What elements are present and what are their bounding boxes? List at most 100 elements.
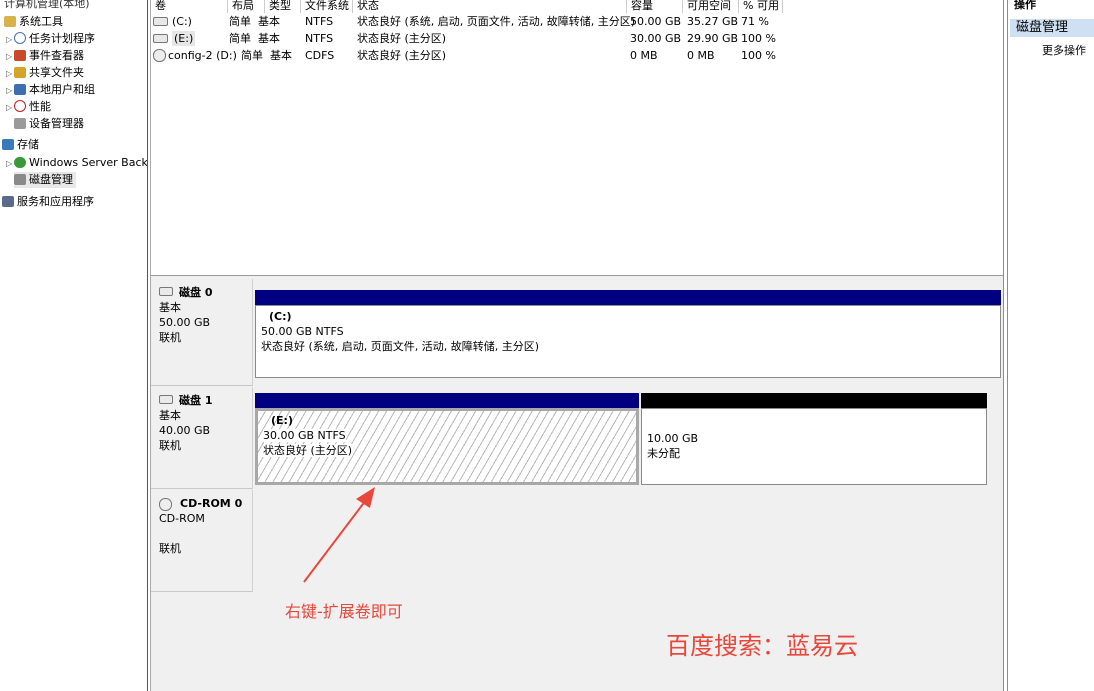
more-actions-link[interactable]: 更多操作 xyxy=(1042,42,1086,58)
disk-state: 联机 xyxy=(159,439,181,452)
tree-item-event-viewer[interactable]: ▷ 事件查看器 xyxy=(6,48,84,64)
disk-name: CD-ROM 0 xyxy=(180,497,243,510)
unallocated-status: 未分配 xyxy=(647,447,680,460)
drive-icon xyxy=(153,34,168,43)
users-icon xyxy=(14,84,26,95)
cell-filesystem: NTFS xyxy=(305,32,334,45)
cell-capacity: 50.00 GB xyxy=(630,15,682,28)
services-icon xyxy=(2,196,14,207)
unallocated-body: 10.00 GB 未分配 xyxy=(641,408,987,485)
disk-type: 基本 xyxy=(159,301,181,314)
column-header-type[interactable]: 类型 xyxy=(265,0,301,13)
unallocated-space[interactable]: 10.00 GB 未分配 xyxy=(641,393,987,485)
arrow-head xyxy=(356,487,375,508)
partition-name: (C:) xyxy=(269,310,292,323)
expand-triangle-icon[interactable]: ▷ xyxy=(6,32,14,48)
unallocated-size: 10.00 GB xyxy=(647,432,699,445)
column-header-volume[interactable]: 卷 xyxy=(151,0,228,13)
tree-item-system-tools[interactable]: 系统工具 xyxy=(4,14,63,30)
disk-size: 50.00 GB xyxy=(159,316,211,329)
tree-item-windows-server-backup[interactable]: ▷ Windows Server Back xyxy=(6,155,148,171)
column-header-free-space[interactable]: 可用空间 xyxy=(683,0,739,13)
tree-item-local-users[interactable]: ▷ 本地用户和组 xyxy=(6,82,95,98)
disk-name: 磁盘 1 xyxy=(179,394,213,407)
cell-free-space: 29.90 GB xyxy=(687,32,739,45)
annotation-text: 右键-扩展卷即可 xyxy=(285,602,403,621)
partition-status: 状态良好 (主分区) xyxy=(263,444,353,457)
actions-header: 操作 xyxy=(1014,0,1036,11)
expand-triangle-icon[interactable]: ▷ xyxy=(6,66,14,82)
expand-triangle-icon[interactable]: ▷ xyxy=(6,156,14,172)
partition-status: 状态良好 (系统, 启动, 页面文件, 活动, 故障转储, 主分区) xyxy=(261,340,540,353)
table-row[interactable]: (E:) 简单 基本 NTFS 状态良好 (主分区) 30.00 GB 29.9… xyxy=(151,31,783,46)
annotation-arrow xyxy=(303,487,375,583)
partition-body-selected: (E:) 30.00 GB NTFS 状态良好 (主分区) xyxy=(255,408,639,485)
tree-item-services-apps[interactable]: 服务和应用程序 xyxy=(2,194,94,210)
shared-folder-icon xyxy=(14,67,26,78)
disk-management-icon xyxy=(14,174,26,185)
disk-type: 基本 xyxy=(159,409,181,422)
disk-name: 磁盘 0 xyxy=(179,286,213,299)
clock-icon xyxy=(14,32,26,44)
tree-item-disk-management[interactable]: 磁盘管理 xyxy=(14,172,76,188)
backup-icon xyxy=(14,157,26,168)
tree-item-device-manager[interactable]: 设备管理器 xyxy=(14,116,84,132)
cell-type: 基本 xyxy=(258,32,280,45)
table-row[interactable]: config-2 (D:) 简单 基本 CDFS 状态良好 (主分区) 0 MB… xyxy=(151,48,783,63)
volume-list: 卷 布局 类型 文件系统 状态 容量 可用空间 % 可用 (C:) 简单 基本 … xyxy=(151,0,1003,278)
tree-item-task-scheduler[interactable]: ▷ 任务计划程序 xyxy=(6,31,95,47)
cell-percent-free: 100 % xyxy=(741,32,776,45)
cell-volume: (C:) xyxy=(172,15,192,28)
cdrom-icon xyxy=(159,498,172,511)
cell-filesystem: NTFS xyxy=(305,15,334,28)
disk-state: 联机 xyxy=(159,542,181,555)
cell-capacity: 0 MB xyxy=(630,49,658,62)
disk-type: CD-ROM xyxy=(159,512,205,525)
cell-status: 状态良好 (主分区) xyxy=(357,49,447,62)
cell-layout: 简单 xyxy=(229,15,251,28)
partition-c[interactable]: (C:) 50.00 GB NTFS 状态良好 (系统, 启动, 页面文件, 活… xyxy=(255,290,1001,378)
column-header-status[interactable]: 状态 xyxy=(353,0,627,13)
actions-section-disk-management[interactable]: 磁盘管理 xyxy=(1010,19,1094,37)
drive-icon xyxy=(153,17,168,26)
table-row[interactable]: (C:) 简单 基本 NTFS 状态良好 (系统, 启动, 页面文件, 活动, … xyxy=(151,14,783,29)
cdrom-0-label[interactable]: CD-ROM 0 CD-ROM 联机 xyxy=(151,490,253,592)
partition-body: (C:) 50.00 GB NTFS 状态良好 (系统, 启动, 页面文件, 活… xyxy=(255,305,1001,378)
disk-size: 40.00 GB xyxy=(159,424,211,437)
expand-triangle-icon[interactable]: ▷ xyxy=(6,100,14,116)
cell-free-space: 0 MB xyxy=(687,49,715,62)
cell-percent-free: 100 % xyxy=(741,49,776,62)
partition-bar xyxy=(255,290,1001,305)
watermark-text: 百度搜索：蓝易云 xyxy=(666,632,858,660)
expand-triangle-icon[interactable]: ▷ xyxy=(6,83,14,99)
cell-layout: 简单 xyxy=(229,32,251,45)
tree-item-storage[interactable]: 存储 xyxy=(2,137,39,153)
tools-icon xyxy=(4,16,16,27)
cell-type: 基本 xyxy=(258,15,280,28)
cell-volume: config-2 (D:) xyxy=(168,49,237,62)
navigation-tree: 计算机管理(本地) 系统工具 ▷ 任务计划程序 ▷ 事件查看器 ▷ 共享文件夹 ▷ 本地… xyxy=(0,0,148,691)
tree-root-computer-management[interactable]: 计算机管理(本地) xyxy=(4,0,90,12)
cell-type: 基本 xyxy=(270,49,292,62)
partition-bar xyxy=(255,393,639,408)
column-header-capacity[interactable]: 容量 xyxy=(627,0,683,13)
cell-percent-free: 71 % xyxy=(741,15,769,28)
partition-e[interactable]: (E:) 30.00 GB NTFS 状态良好 (主分区) xyxy=(255,393,639,485)
expand-triangle-icon[interactable]: ▷ xyxy=(6,49,14,65)
disk-graphical-view: 磁盘 0 基本 50.00 GB 联机 (C:) 50.00 GB NTFS 状… xyxy=(151,279,1003,691)
actions-pane: 操作 磁盘管理 更多操作 xyxy=(1008,0,1094,691)
column-header-filesystem[interactable]: 文件系统 xyxy=(301,0,353,13)
cell-status: 状态良好 (系统, 启动, 页面文件, 活动, 故障转储, 主分区) xyxy=(357,15,636,28)
unallocated-bar xyxy=(641,393,987,408)
disk-1-label[interactable]: 磁盘 1 基本 40.00 GB 联机 xyxy=(151,387,253,489)
tree-item-shared-folders[interactable]: ▷ 共享文件夹 xyxy=(6,65,84,81)
column-header-percent-free[interactable]: % 可用 xyxy=(739,0,783,13)
cell-volume: (E:) xyxy=(172,31,196,46)
disk-0-label[interactable]: 磁盘 0 基本 50.00 GB 联机 xyxy=(151,279,253,386)
disk-icon xyxy=(159,395,173,404)
column-header-layout[interactable]: 布局 xyxy=(228,0,265,13)
disk-icon xyxy=(159,287,173,296)
performance-icon xyxy=(14,100,26,112)
tree-item-performance[interactable]: ▷ 性能 xyxy=(6,99,51,115)
partition-size: 50.00 GB NTFS xyxy=(261,325,344,338)
